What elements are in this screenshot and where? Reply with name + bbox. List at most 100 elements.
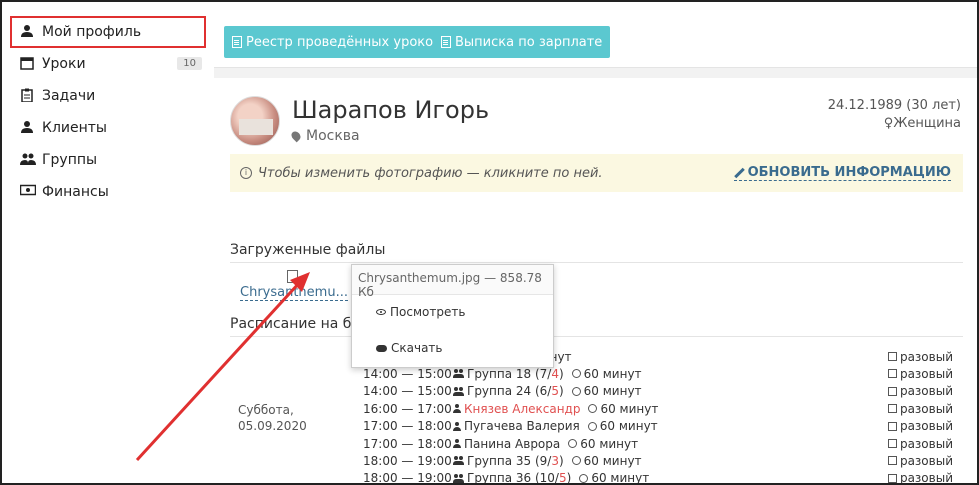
lesson-participant[interactable]: Панина Аврора [453,437,560,451]
lesson-type[interactable]: разовый [887,419,953,434]
download-label: Скачать [391,341,443,355]
users-icon [20,152,36,168]
sidebar-item-groups[interactable]: Группы [10,146,202,174]
type-label: разовый [899,349,953,364]
lesson-duration: 60 минут [571,384,642,399]
users-icon [453,473,464,483]
group-count: 3 [551,453,559,468]
lesson-type[interactable]: разовый [887,367,953,381]
type-label: разовый [899,471,953,485]
lesson-type[interactable]: разовый [887,471,953,485]
checkbox-icon [887,404,897,414]
clipboard-icon [20,88,36,104]
schedule-row[interactable]: 18:00 — 19:00 Группа 36 (10/5) 60 минут раз… [363,470,953,485]
lesson-time: 16:00 — 17:00 [363,401,452,416]
file-name-link[interactable]: Chrysanthemu... [240,285,348,301]
pencil-icon [734,168,744,178]
lesson-time: 14:00 — 15:00 [363,384,452,399]
profile-birthdate: 24.12.1989 (30 лет) [827,98,961,113]
divider [230,336,963,337]
app-window: Мой профиль Уроки 10 Задачи Клиенты Груп… [0,0,979,485]
profile-name: Шарапов Игорь [292,96,490,124]
divider [230,262,963,263]
lesson-participant[interactable]: Группа 35 (9/3) [453,454,564,468]
paren: ) [566,471,572,485]
lessons-count-badge: 10 [177,57,202,70]
type-label: разовый [899,453,953,468]
duration-label: 60 минут [580,436,639,451]
participant-label: Группа 18 (7/ [467,366,552,381]
lesson-participant[interactable]: Пугачева Валерия [453,419,580,433]
button-label: Реестр проведённых уроков [246,34,441,50]
schedule-row[interactable]: 16:00 — 17:00 Князев Александр 60 минут раз… [363,400,953,417]
clock-icon [568,439,578,448]
type-label: разовый [899,384,953,399]
lesson-participant[interactable]: Группа 18 (7/4) [453,367,564,381]
sidebar-item-clients[interactable]: Клиенты [10,114,202,142]
participant-label: Группа 35 (9/ [467,453,552,468]
duration-label: 60 минут [583,384,642,399]
participant-label: Панина Аврора [464,436,561,451]
female-icon: ♀ [883,116,894,131]
user-icon [453,404,461,414]
participant-label: Группа 36 (10/ [467,471,559,485]
schedule-row[interactable]: 18:00 — 19:00 Группа 35 (9/3) 60 минут разо… [363,452,953,469]
schedule-row[interactable]: 17:00 — 18:00 Пугачева Валерия 60 минут раз… [363,418,953,435]
lesson-time: 18:00 — 19:00 [363,471,452,485]
map-pin-icon [289,129,303,143]
lesson-type[interactable]: разовый [887,436,953,451]
gender-label: Женщина [893,116,961,131]
lesson-type[interactable]: разовый [887,402,953,416]
participant-label: Князев Александр [464,401,581,416]
checkbox-icon [887,369,897,379]
sidebar-item-lessons[interactable]: Уроки 10 [10,50,202,78]
cloud-download-icon [376,344,387,352]
checkbox-icon [887,421,897,431]
lesson-duration: 60 минут [571,367,642,381]
lesson-type[interactable]: разовый [887,384,953,399]
profile-panel: Шарапов Игорь Москва 24.12.1989 (30 лет)… [214,78,977,485]
type-label: разовый [899,436,953,451]
duration-label: 60 минут [583,453,642,468]
lesson-participant[interactable]: Группа 24 (6/5) [453,384,564,398]
clock-icon [588,404,598,414]
type-label: разовый [899,419,953,434]
document-icon [232,36,242,48]
lesson-participant[interactable]: Князев Александр [453,402,580,416]
lesson-time: 14:00 — 15:00 [363,366,452,381]
salary-statement-button[interactable]: Выписка по зарплате [433,26,611,58]
user-icon [20,24,36,40]
sidebar-item-label: Группы [42,152,98,168]
profile-gender: ♀Женщина [884,116,961,131]
sidebar-item-finance[interactable]: Финансы [10,178,202,206]
group-count: 4 [551,366,559,381]
clock-icon [571,369,581,379]
sidebar-item-tasks[interactable]: Задачи [10,82,202,110]
lessons-registry-button[interactable]: Реестр проведённых уроков [224,26,449,58]
lesson-duration: 60 минут [579,471,649,483]
clock-icon [579,473,589,483]
group-count: 5 [558,471,567,485]
lesson-participant[interactable]: Группа 36 (10/5) [453,471,572,485]
lesson-time: 17:00 — 18:00 [363,436,452,451]
sidebar-item-profile[interactable]: Мой профиль [10,18,202,46]
view-file-option[interactable]: Посмотреть [376,305,465,319]
file-item[interactable]: Chrysanthemu... [240,270,348,301]
avatar[interactable] [230,96,280,146]
checkbox-icon [887,456,897,466]
button-label: Выписка по зарплате [455,34,603,50]
schedule-row[interactable]: 17:00 — 18:00 Панина Аврора 60 минут разовы… [363,435,953,452]
users-icon [453,386,464,396]
sidebar-item-label: Мой профиль [42,24,142,40]
lesson-type[interactable]: разовый [887,349,953,364]
lesson-time: 18:00 — 19:00 [363,453,452,468]
sidebar-item-label: Уроки [42,56,86,72]
download-file-option[interactable]: Скачать [376,341,443,355]
sidebar-item-label: Задачи [42,88,96,104]
lesson-duration: 60 минут [588,402,658,416]
schedule-day: Суббота, 05.09.2020 [238,403,307,433]
schedule-row[interactable]: 14:00 — 15:00 Группа 24 (6/5) 60 минут разо… [363,383,953,400]
update-info-link[interactable]: ОБНОВИТЬ ИНФОРМАЦИЮ [733,165,951,181]
lesson-type[interactable]: разовый [887,453,953,468]
view-label: Посмотреть [390,305,466,319]
